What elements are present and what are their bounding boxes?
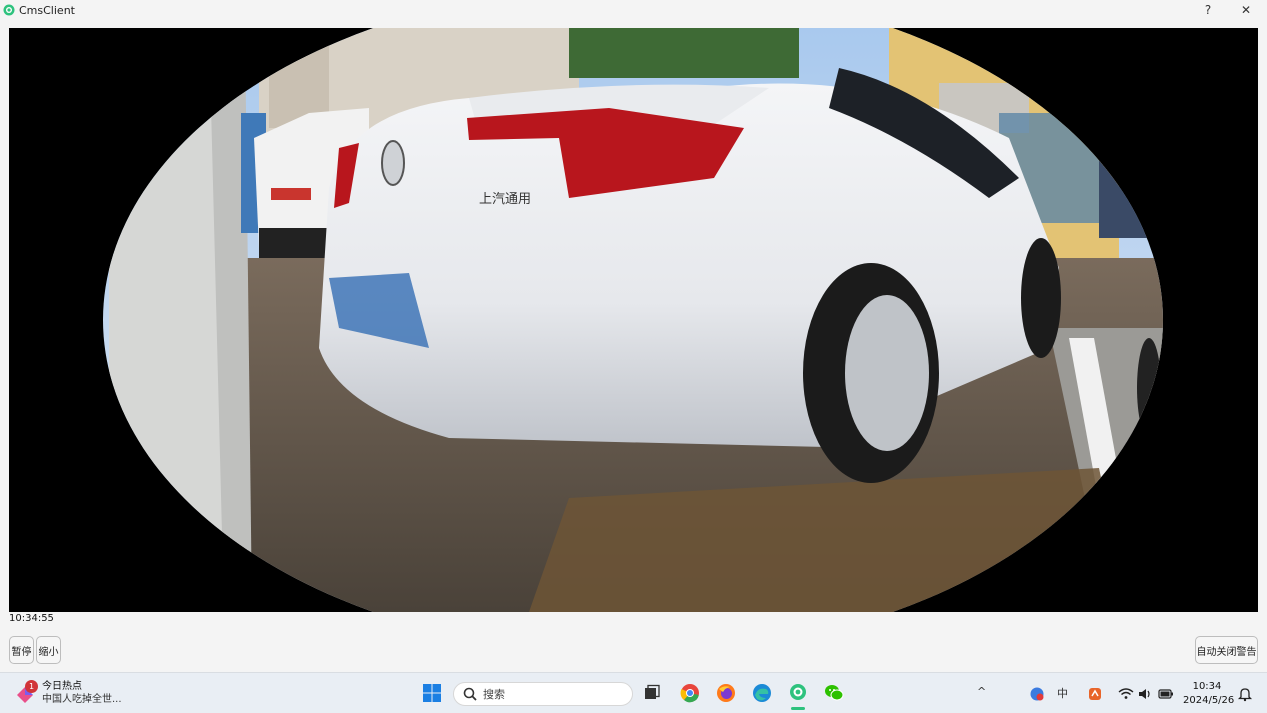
app-tray-icon[interactable]: [1084, 683, 1106, 705]
news-subtitle: 中国人吃掉全世...: [42, 694, 122, 705]
news-widget[interactable]: 1 今日热点 中国人吃掉全世...: [14, 680, 122, 706]
show-hidden-icons-chevron[interactable]: ^: [977, 685, 986, 698]
task-view-icon[interactable]: [641, 682, 663, 704]
camera-frame-image: 上汽通用: [103, 28, 1163, 612]
clock-time: 10:34: [1192, 681, 1222, 692]
windows-taskbar: 1 今日热点 中国人吃掉全世... 搜索 ^ 中 10:34 2024/5/26: [0, 672, 1267, 713]
ime-indicator[interactable]: 中: [1057, 685, 1068, 701]
search-placeholder: 搜索: [483, 688, 505, 701]
taskbar-search[interactable]: 搜索: [453, 682, 633, 706]
news-badge: 1: [25, 680, 38, 693]
car-badge-text: 上汽通用: [479, 192, 531, 207]
title-bar: CmsClient ? ✕: [0, 0, 1267, 20]
help-button[interactable]: ?: [1199, 1, 1217, 19]
camera-video-feed[interactable]: 上汽通用: [9, 28, 1258, 612]
video-timestamp: 10:34:55: [9, 613, 54, 624]
volume-icon[interactable]: [1134, 683, 1156, 705]
cmsclient-window: CmsClient ? ✕ 上汽通用 10:34:55 暂停 缩小 自动关闭警告: [0, 0, 1267, 672]
clock-date: 2024/5/26: [1183, 695, 1235, 706]
cmsclient-taskbar-icon[interactable]: [787, 682, 809, 710]
wechat-icon[interactable]: [823, 682, 845, 704]
pause-button[interactable]: 暂停: [9, 636, 34, 664]
system-clock[interactable]: 10:34 2024/5/26: [1183, 680, 1235, 708]
window-title: CmsClient: [19, 3, 75, 17]
firefox-icon[interactable]: [715, 682, 737, 704]
battery-icon[interactable]: [1155, 683, 1177, 705]
notification-bell-icon[interactable]: [1234, 683, 1256, 705]
security-tray-icon[interactable]: [1026, 683, 1048, 705]
search-icon: [463, 687, 477, 701]
shrink-button[interactable]: 缩小: [36, 636, 61, 664]
chrome-icon[interactable]: [679, 682, 701, 704]
news-icon: 1: [14, 680, 38, 705]
close-button[interactable]: ✕: [1237, 1, 1255, 19]
edge-icon[interactable]: [751, 682, 773, 704]
cmsclient-app-icon: [3, 4, 15, 16]
news-title: 今日热点: [42, 681, 82, 692]
start-windows-icon[interactable]: [421, 682, 443, 704]
auto-close-warning-button[interactable]: 自动关闭警告: [1195, 636, 1258, 664]
